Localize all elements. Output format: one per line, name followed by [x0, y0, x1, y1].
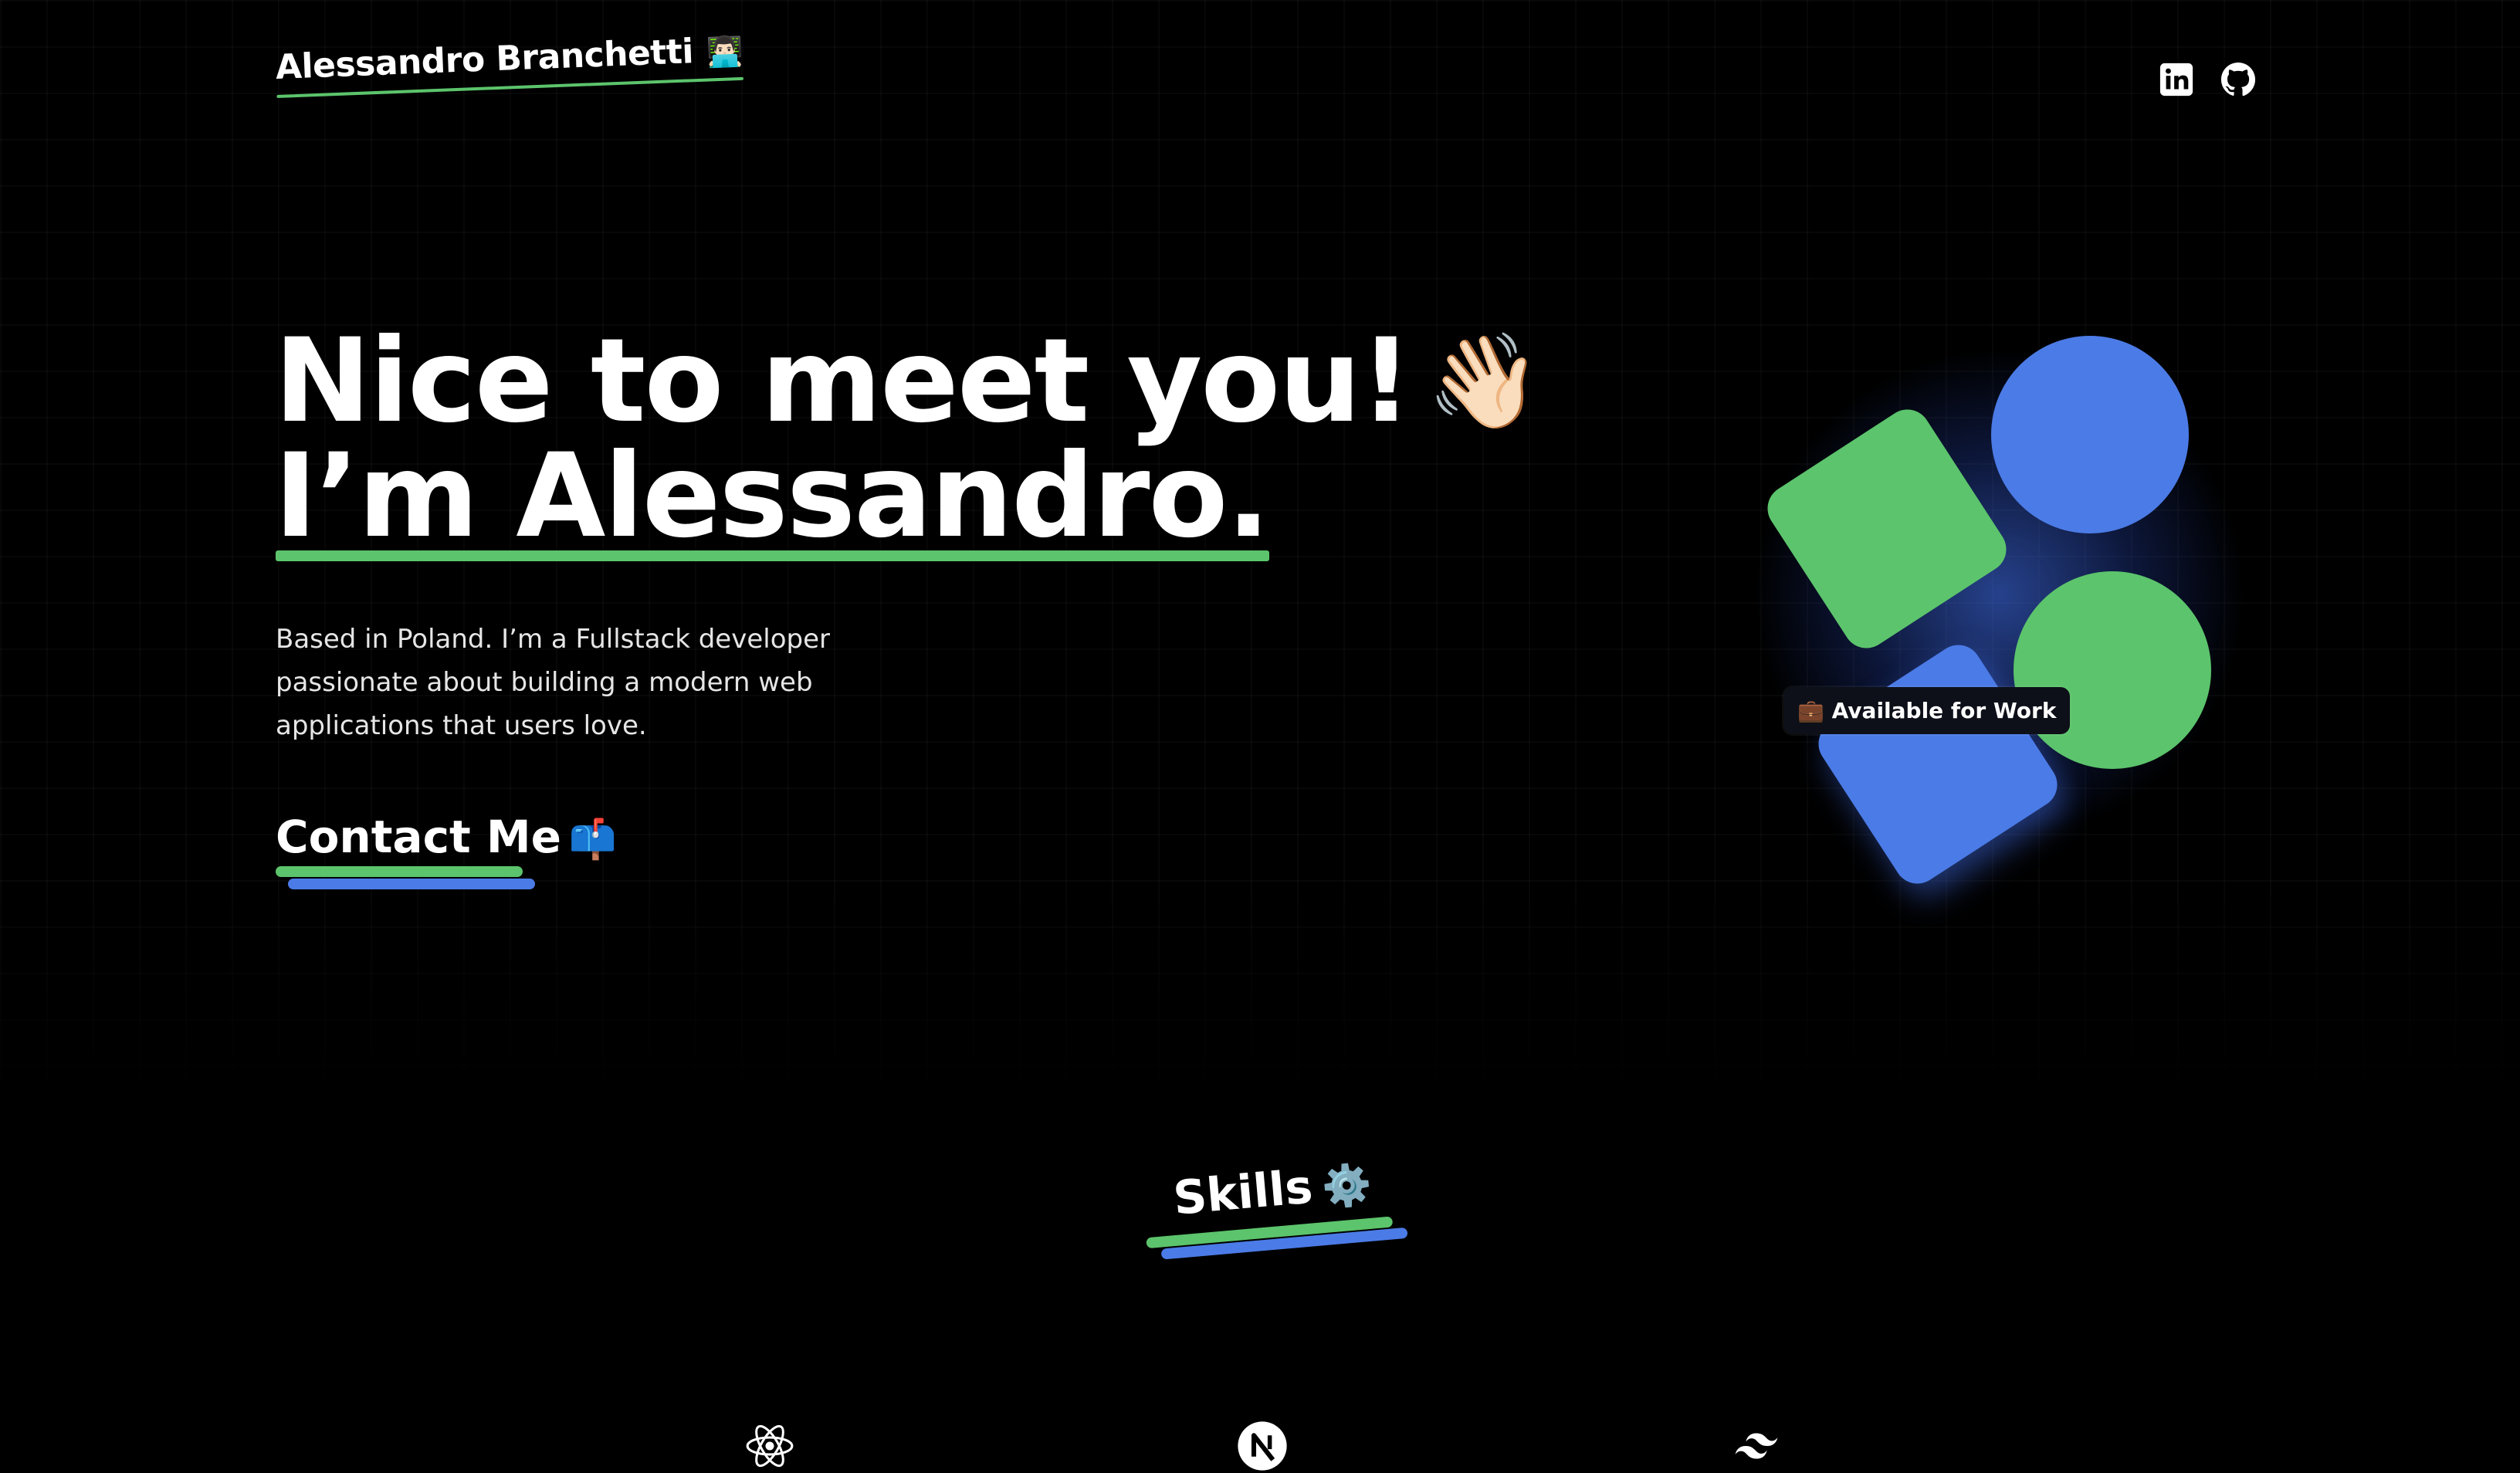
brand-emoji: 👨🏻‍💻: [706, 33, 743, 69]
hero-bio: Based in Poland. I’m a Fullstack develop…: [276, 624, 830, 741]
hero-greeting: Nice to meet you!: [274, 314, 1413, 449]
nextjs-icon: [1238, 1421, 1287, 1471]
mailbox-emoji: 📫: [568, 817, 618, 862]
blue-circle-shape: [1991, 336, 2189, 533]
hero-title: Nice to meet you! 👋🏻 I’m Alessandro.: [274, 323, 1542, 561]
social-links: [2159, 62, 2256, 97]
gear-icon: ⚙️: [1319, 1160, 1374, 1212]
availability-badge: 💼 Available for Work: [1783, 687, 2071, 734]
hero-name: I’m Alessandro.: [274, 429, 1271, 564]
github-link[interactable]: [2220, 62, 2256, 97]
hero-line-1: Nice to meet you! 👋🏻: [274, 323, 1542, 439]
brand-name: Alessandro Branchetti: [275, 32, 694, 87]
contact-underline-blue: [288, 879, 535, 889]
github-icon: [2220, 62, 2256, 97]
linkedin-icon: [2159, 63, 2193, 97]
hero-name-underline: [276, 550, 1269, 561]
green-circle-shape: [2014, 571, 2211, 769]
tailwind-icon: [1735, 1433, 1778, 1459]
linkedin-link[interactable]: [2159, 62, 2194, 97]
hero-line-2: I’m Alessandro.: [274, 439, 1271, 561]
contact-me-link[interactable]: Contact Me 📫: [276, 811, 618, 889]
briefcase-icon: 💼: [1797, 698, 1824, 723]
brand-link[interactable]: Alessandro Branchetti 👨🏻‍💻: [275, 30, 744, 98]
hero-illustration: 💼 Available for Work: [1699, 278, 2285, 942]
contact-underline-green: [276, 866, 523, 877]
react-icon: [746, 1424, 794, 1468]
availability-label: Available for Work: [1831, 698, 2057, 723]
page: Alessandro Branchetti 👨🏻‍💻 Nice to meet …: [0, 0, 2520, 1473]
wave-emoji: 👋🏻: [1426, 328, 1542, 435]
contact-me-label: Contact Me: [276, 811, 561, 863]
